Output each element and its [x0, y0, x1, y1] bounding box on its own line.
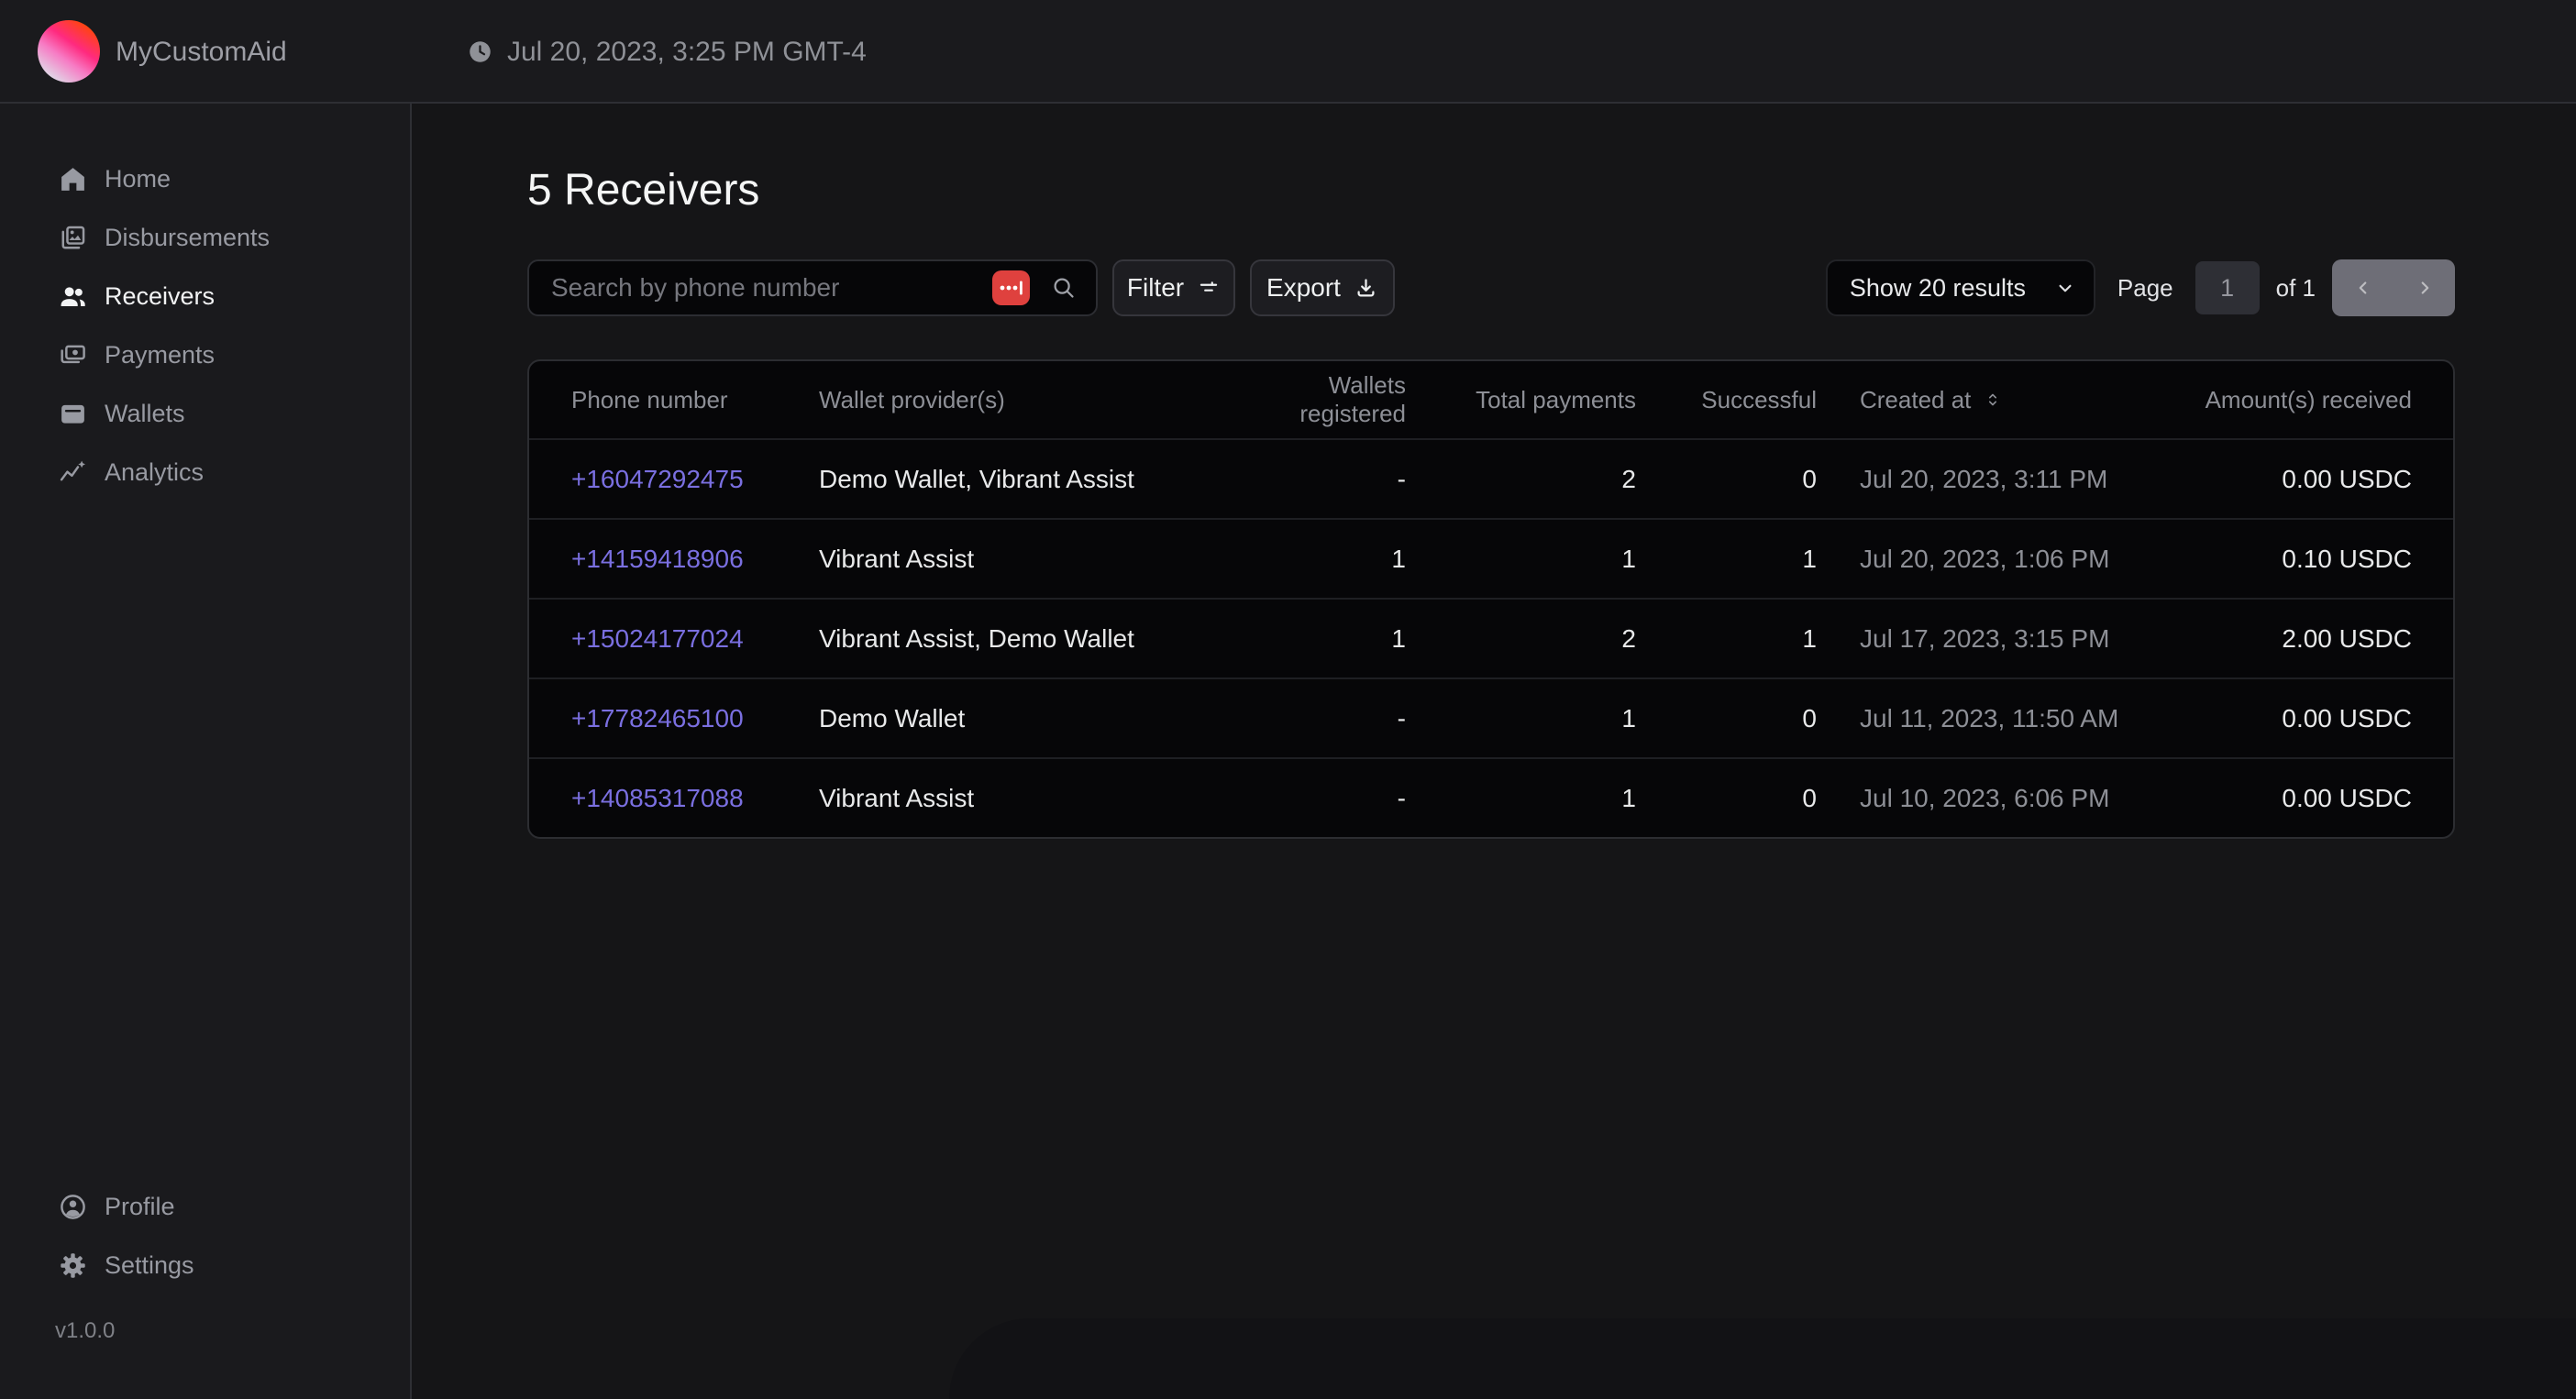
- successful-cell: 0: [1636, 784, 1817, 813]
- created-at-cell: Jul 17, 2023, 3:15 PM: [1817, 624, 2199, 654]
- sidebar: Home Disbursements Receivers: [0, 104, 412, 1399]
- search-box: [527, 259, 1098, 316]
- col-successful: Successful: [1636, 386, 1817, 414]
- current-datetime: Jul 20, 2023, 3:25 PM GMT-4: [507, 37, 867, 68]
- sidebar-item-analytics[interactable]: Analytics: [0, 443, 410, 501]
- profile-icon: [58, 1192, 88, 1222]
- successful-cell: 0: [1636, 704, 1817, 733]
- sidebar-item-receivers[interactable]: Receivers: [0, 267, 410, 325]
- chevron-left-icon: [2353, 278, 2373, 298]
- prev-page-button[interactable]: [2332, 259, 2394, 316]
- table-row: +14085317088 Vibrant Assist - 1 0 Jul 10…: [529, 757, 2453, 837]
- wallets-registered-cell: -: [1236, 784, 1406, 813]
- sidebar-item-settings[interactable]: Settings: [0, 1236, 410, 1294]
- amount-cell: 0.10 USDC: [2199, 545, 2412, 574]
- wallet-providers-cell: Vibrant Assist, Demo Wallet: [819, 624, 1236, 654]
- page-total-label: of 1: [2276, 274, 2316, 303]
- amount-cell: 0.00 USDC: [2199, 465, 2412, 494]
- next-page-button[interactable]: [2394, 259, 2455, 316]
- col-created-at[interactable]: Created at: [1817, 386, 2199, 414]
- sidebar-item-home[interactable]: Home: [0, 149, 410, 208]
- wallets-registered-cell: -: [1236, 465, 1406, 494]
- sidebar-item-payments[interactable]: Payments: [0, 325, 410, 384]
- wallets-registered-cell: 1: [1236, 545, 1406, 574]
- receivers-icon: [58, 281, 88, 312]
- disbursements-icon: [58, 223, 88, 253]
- page-title: 5 Receivers: [527, 164, 2455, 217]
- col-amounts-received: Amount(s) received: [2199, 386, 2412, 414]
- main-content: 5 Receivers Filter: [414, 104, 2576, 1399]
- col-phone-number: Phone number: [571, 386, 819, 414]
- col-total-payments: Total payments: [1406, 386, 1636, 414]
- password-manager-icon[interactable]: [992, 270, 1030, 305]
- payments-icon: [58, 340, 88, 370]
- total-payments-cell: 2: [1406, 465, 1636, 494]
- topbar: MyCustomAid Jul 20, 2023, 3:25 PM GMT-4: [0, 0, 2576, 104]
- home-icon: [58, 164, 88, 194]
- phone-link[interactable]: +16047292475: [571, 465, 744, 493]
- page-input[interactable]: [2195, 261, 2260, 314]
- pager-buttons: [2332, 259, 2455, 316]
- col-wallet-providers: Wallet provider(s): [819, 386, 1236, 414]
- page-label: Page: [2117, 274, 2173, 303]
- sidebar-item-wallets[interactable]: Wallets: [0, 384, 410, 443]
- created-at-cell: Jul 20, 2023, 3:11 PM: [1817, 465, 2199, 494]
- chevron-right-icon: [2415, 278, 2435, 298]
- export-button[interactable]: Export: [1250, 259, 1395, 316]
- phone-link[interactable]: +17782465100: [571, 704, 744, 733]
- analytics-icon: [58, 457, 88, 488]
- wallet-providers-cell: Demo Wallet, Vibrant Assist: [819, 465, 1236, 494]
- pagination-controls: Show 20 results Page of 1: [1826, 259, 2455, 316]
- phone-link[interactable]: +15024177024: [571, 624, 744, 653]
- successful-cell: 1: [1636, 624, 1817, 654]
- phone-link[interactable]: +14159418906: [571, 545, 744, 573]
- sort-icon[interactable]: [1983, 390, 2003, 410]
- wallet-providers-cell: Vibrant Assist: [819, 784, 1236, 813]
- search-input[interactable]: [551, 273, 983, 303]
- toolbar: Filter Export Show 20 results Page of: [527, 259, 2455, 316]
- show-results-dropdown[interactable]: Show 20 results: [1826, 259, 2095, 316]
- download-icon: [1354, 276, 1378, 301]
- wallet-providers-cell: Vibrant Assist: [819, 545, 1236, 574]
- table-header-row: Phone number Wallet provider(s) Wallets …: [529, 361, 2453, 438]
- total-payments-cell: 1: [1406, 545, 1636, 574]
- wallets-registered-cell: 1: [1236, 624, 1406, 654]
- created-at-cell: Jul 10, 2023, 6:06 PM: [1817, 784, 2199, 813]
- chevron-down-icon: [2053, 276, 2077, 300]
- amount-cell: 0.00 USDC: [2199, 704, 2412, 733]
- amount-cell: 0.00 USDC: [2199, 784, 2412, 813]
- wallets-registered-cell: -: [1236, 704, 1406, 733]
- created-at-cell: Jul 20, 2023, 1:06 PM: [1817, 545, 2199, 574]
- amount-cell: 2.00 USDC: [2199, 624, 2412, 654]
- col-wallets-registered: Wallets registered: [1236, 371, 1406, 428]
- wallet-providers-cell: Demo Wallet: [819, 704, 1236, 733]
- gear-icon: [58, 1250, 88, 1281]
- app-logo: [38, 20, 100, 83]
- successful-cell: 1: [1636, 545, 1817, 574]
- filter-icon: [1197, 276, 1221, 300]
- created-at-cell: Jul 11, 2023, 11:50 AM: [1817, 704, 2199, 733]
- total-payments-cell: 1: [1406, 784, 1636, 813]
- sidebar-item-profile[interactable]: Profile: [0, 1177, 410, 1236]
- table-row: +16047292475 Demo Wallet, Vibrant Assist…: [529, 438, 2453, 518]
- filter-button[interactable]: Filter: [1112, 259, 1235, 316]
- sidebar-item-disbursements[interactable]: Disbursements: [0, 208, 410, 267]
- receivers-table: Phone number Wallet provider(s) Wallets …: [527, 359, 2455, 839]
- app-name: MyCustomAid: [116, 0, 287, 104]
- search-icon[interactable]: [1050, 274, 1078, 302]
- clock-icon: [468, 39, 492, 64]
- table-row: +17782465100 Demo Wallet - 1 0 Jul 11, 2…: [529, 677, 2453, 757]
- phone-link[interactable]: +14085317088: [571, 784, 744, 812]
- total-payments-cell: 1: [1406, 704, 1636, 733]
- footer-panel-edge: [949, 1318, 2576, 1399]
- table-row: +15024177024 Vibrant Assist, Demo Wallet…: [529, 598, 2453, 677]
- successful-cell: 0: [1636, 465, 1817, 494]
- table-row: +14159418906 Vibrant Assist 1 1 1 Jul 20…: [529, 518, 2453, 598]
- total-payments-cell: 2: [1406, 624, 1636, 654]
- app-version: v1.0.0: [0, 1318, 410, 1344]
- wallet-icon: [58, 399, 88, 429]
